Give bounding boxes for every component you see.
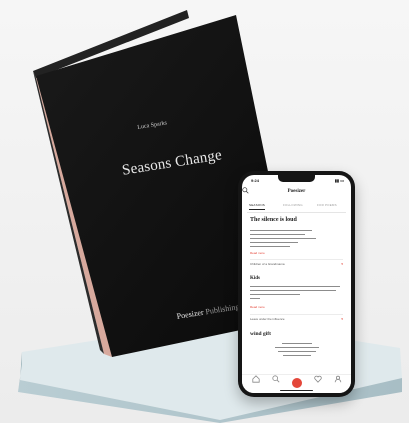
bottom-nav (242, 374, 351, 393)
tab-following[interactable]: FOLLOWING (283, 203, 303, 207)
smartphone: 9:24 ▮▮ ▭ Poesizer SEASONS FOLLOWING FOR… (238, 171, 355, 397)
list-item-title: Children of a Grandmama (250, 262, 285, 266)
home-icon[interactable] (252, 375, 260, 383)
home-indicator (280, 389, 313, 391)
list-item[interactable]: Leave under the influence ♥ (250, 314, 343, 327)
tab-for-poems[interactable]: FOR POEMS (317, 203, 337, 207)
tab-seasons[interactable]: SEASONS (249, 203, 265, 210)
poem-text (272, 343, 322, 359)
product-photo: Luca Sparks Seasons Change Poesizer Publ… (0, 0, 409, 423)
phone-notch (278, 175, 315, 182)
heart-icon[interactable] (314, 375, 322, 383)
battery-icon: ▮▮ ▭ (334, 178, 344, 183)
poem-title[interactable]: Kids (250, 276, 260, 281)
read-more-link[interactable]: Read more (250, 251, 265, 255)
list-item[interactable]: Children of a Grandmama ♥ (250, 259, 343, 272)
read-more-link[interactable]: Read more (250, 305, 265, 309)
list-item-title: Leave under the influence (250, 317, 285, 321)
poem-text (250, 286, 344, 302)
add-poem-button[interactable] (292, 378, 302, 388)
poem-title[interactable]: wind gift (250, 331, 271, 337)
heart-icon[interactable]: ♥ (341, 317, 343, 321)
status-time: 9:24 (251, 178, 260, 183)
search-icon[interactable] (242, 187, 249, 194)
app-title: Poesizer (287, 189, 306, 194)
poem-text (250, 230, 320, 250)
phone-screen: 9:24 ▮▮ ▭ Poesizer SEASONS FOLLOWING FOR… (242, 175, 351, 393)
search-icon[interactable] (272, 375, 280, 383)
poem-title[interactable]: The silence is loud (250, 217, 297, 223)
profile-icon[interactable] (334, 375, 342, 383)
tab-bar: SEASONS FOLLOWING FOR POEMS (247, 203, 346, 213)
app-bar: Poesizer (242, 187, 351, 199)
heart-icon[interactable]: ♥ (341, 262, 343, 266)
